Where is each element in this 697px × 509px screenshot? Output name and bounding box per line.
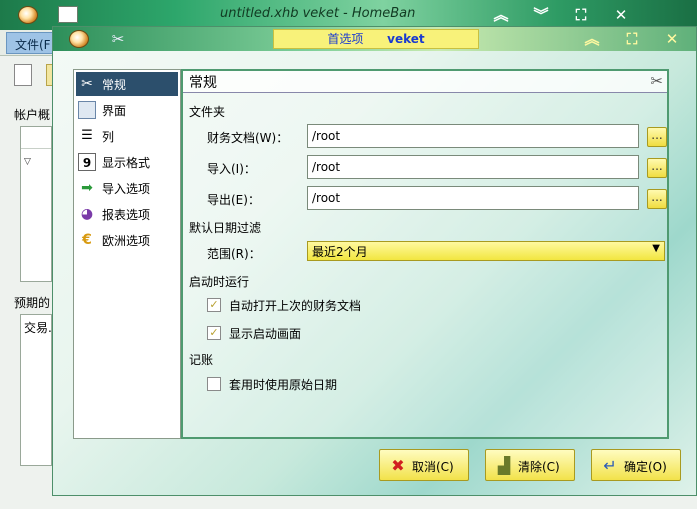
import-browse-button[interactable]: ... bbox=[647, 158, 667, 178]
minimize-icon[interactable]: ︾ bbox=[532, 6, 550, 24]
open-last-checkbox[interactable]: ✓ bbox=[207, 298, 221, 312]
columns-icon: ☰ bbox=[81, 128, 93, 143]
dialog-app-name: veket bbox=[387, 32, 425, 46]
import-label: 导入(I)： bbox=[207, 162, 256, 176]
sidebar-item-label: 欧洲选项 bbox=[102, 234, 151, 248]
sidebar-item-euro[interactable]: € 欧洲选项 bbox=[76, 228, 178, 252]
sidebar-item-general[interactable]: ✂ 常规 bbox=[76, 72, 178, 96]
window-icon bbox=[78, 101, 96, 119]
predicted-label: 预期的 bbox=[14, 296, 51, 310]
sidebar-item-report[interactable]: ◕ 报表选项 bbox=[76, 202, 178, 226]
clear-button-label: 清除(C) bbox=[518, 460, 560, 474]
accounts-list-header bbox=[21, 127, 51, 149]
cancel-button-label: 取消(C) bbox=[412, 460, 454, 474]
shade-icon[interactable]: ︽ bbox=[583, 30, 601, 48]
show-splash-checkbox[interactable]: ✓ bbox=[207, 326, 221, 340]
ok-button[interactable]: ↵ 确定(O) bbox=[591, 449, 681, 481]
startup-section-label: 启动时运行 bbox=[189, 275, 250, 289]
app-logo-icon[interactable] bbox=[69, 30, 89, 48]
close-icon[interactable]: ✕ bbox=[663, 30, 681, 48]
predicted-column-header[interactable]: 交易. bbox=[24, 319, 52, 336]
wallet-label: 财务文档(W)： bbox=[207, 131, 289, 145]
sidebar-item-import[interactable]: ➡ 导入选项 bbox=[76, 176, 178, 200]
dialog-titlebar[interactable]: ✂ 首选项 veket ︽ ⛶ ✕ bbox=[53, 27, 696, 51]
euro-icon: € bbox=[82, 232, 92, 248]
wallet-browse-button[interactable]: ... bbox=[647, 127, 667, 147]
original-date-checkbox[interactable] bbox=[207, 377, 221, 391]
preferences-dialog: ✂ 首选项 veket ︽ ⛶ ✕ ✂ 常规 界面 ☰ 列 9 显示格式 ➡ 导… bbox=[52, 26, 697, 496]
range-select-value: 最近2个月 bbox=[312, 245, 368, 259]
tools-icon: ✂ bbox=[650, 72, 663, 90]
chart-icon: ◕ bbox=[80, 206, 94, 222]
predicted-list[interactable]: 交易. bbox=[20, 314, 52, 466]
sidebar-item-display-format[interactable]: 9 显示格式 bbox=[76, 150, 178, 174]
main-window-title: untitled.xhb veket - HomeBan bbox=[220, 6, 416, 21]
document-icon[interactable] bbox=[58, 6, 78, 23]
original-date-label: 套用时使用原始日期 bbox=[229, 378, 338, 392]
maximize-icon[interactable]: ⛶ bbox=[572, 6, 590, 24]
sidebar-item-label: 常规 bbox=[102, 78, 127, 92]
enter-icon: ↵ bbox=[603, 456, 617, 475]
sidebar-item-label: 报表选项 bbox=[102, 208, 151, 222]
maximize-icon[interactable]: ⛶ bbox=[623, 30, 641, 48]
show-splash-label: 显示启动画面 bbox=[229, 327, 302, 341]
sidebar-item-label: 界面 bbox=[102, 104, 127, 118]
export-path-input[interactable] bbox=[307, 186, 639, 210]
expander-icon[interactable]: ▽ bbox=[24, 157, 31, 167]
dropdown-arrow-icon: ▼ bbox=[652, 243, 660, 254]
panel-header: 常规 ✂ bbox=[183, 71, 667, 93]
new-file-icon[interactable] bbox=[14, 64, 32, 86]
export-browse-button[interactable]: ... bbox=[647, 189, 667, 209]
dialog-title-text: 首选项 bbox=[327, 32, 364, 46]
import-icon: ➡ bbox=[81, 180, 93, 196]
wallet-path-input[interactable] bbox=[307, 124, 639, 148]
date-filter-section-label: 默认日期过滤 bbox=[189, 221, 262, 235]
clear-button[interactable]: ▟ 清除(C) bbox=[485, 449, 575, 481]
sidebar-item-interface[interactable]: 界面 bbox=[76, 98, 178, 122]
sidebar-item-label: 导入选项 bbox=[102, 182, 151, 196]
import-path-input[interactable] bbox=[307, 155, 639, 179]
ok-button-label: 确定(O) bbox=[624, 460, 667, 474]
wrench-icon: ✂ bbox=[81, 76, 93, 92]
shade-icon[interactable]: ︽ bbox=[492, 6, 510, 24]
general-panel: 常规 ✂ 文件夹 财务文档(W)： ... 导入(I)： ... 导出(E)： … bbox=[181, 69, 669, 439]
preferences-sidebar: ✂ 常规 界面 ☰ 列 9 显示格式 ➡ 导入选项 ◕ 报表选项 € 欧洲选项 bbox=[73, 69, 181, 439]
sidebar-item-label: 显示格式 bbox=[102, 156, 151, 170]
accounts-list[interactable]: ▽ bbox=[20, 126, 52, 282]
panel-title: 常规 bbox=[189, 75, 217, 91]
open-last-label: 自动打开上次的财务文档 bbox=[229, 299, 362, 313]
dialog-title: 首选项 veket bbox=[273, 29, 479, 49]
bookkeeping-section-label: 记账 bbox=[189, 353, 214, 367]
sidebar-item-columns[interactable]: ☰ 列 bbox=[76, 124, 178, 148]
range-label: 范围(R)： bbox=[207, 247, 261, 261]
close-icon[interactable]: ✕ bbox=[612, 6, 630, 24]
cancel-button[interactable]: ✖ 取消(C) bbox=[379, 449, 469, 481]
calendar-icon: 9 bbox=[78, 153, 96, 171]
export-label: 导出(E)： bbox=[207, 193, 260, 207]
accounts-label: 帐户概 bbox=[14, 108, 51, 122]
cancel-icon: ✖ bbox=[391, 456, 405, 475]
tools-icon[interactable]: ✂ bbox=[109, 30, 127, 48]
sidebar-item-label: 列 bbox=[102, 130, 115, 144]
files-section-label: 文件夹 bbox=[189, 105, 226, 119]
broom-icon: ▟ bbox=[497, 456, 511, 475]
range-select[interactable]: 最近2个月 ▼ bbox=[307, 241, 665, 261]
app-logo-icon[interactable] bbox=[18, 6, 38, 24]
